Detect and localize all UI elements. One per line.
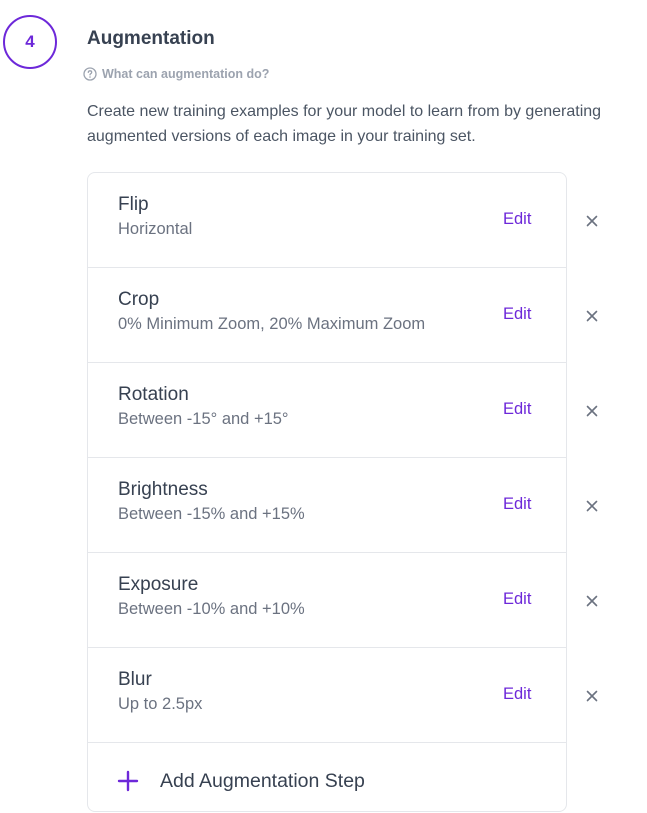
- remove-flip-button[interactable]: [583, 212, 601, 230]
- close-icon: [586, 595, 598, 607]
- augmentation-name: Brightness: [118, 479, 208, 500]
- step-number: 4: [25, 32, 35, 51]
- edit-rotation-button[interactable]: Edit: [503, 400, 531, 419]
- edit-blur-button[interactable]: Edit: [503, 685, 531, 704]
- augmentation-detail: Between -15° and +15°: [118, 410, 289, 428]
- edit-exposure-button[interactable]: Edit: [503, 590, 531, 609]
- question-circle-icon: [83, 67, 97, 81]
- step-number-badge: 4: [3, 15, 57, 69]
- augmentation-name: Exposure: [118, 574, 199, 595]
- augmentation-name: Blur: [118, 669, 152, 690]
- augmentation-detail: 0% Minimum Zoom, 20% Maximum Zoom: [118, 315, 426, 333]
- remove-crop-button[interactable]: [583, 307, 601, 325]
- augmentation-name: Crop: [118, 289, 160, 310]
- close-icon: [586, 310, 598, 322]
- edit-brightness-button[interactable]: Edit: [503, 495, 531, 514]
- help-link[interactable]: What can augmentation do?: [83, 67, 269, 81]
- description-line-1: Create new training examples for your mo…: [87, 103, 602, 120]
- augmentation-name: Rotation: [118, 384, 189, 405]
- remove-rotation-button[interactable]: [583, 402, 601, 420]
- section-description: Create new training examples for your mo…: [87, 99, 647, 149]
- close-icon: [586, 500, 598, 512]
- help-link-label: What can augmentation do?: [102, 67, 270, 81]
- augmentation-row-flip: Flip Horizontal Edit: [88, 173, 566, 268]
- edit-crop-button[interactable]: Edit: [503, 305, 531, 324]
- augmentation-detail: Horizontal: [118, 220, 193, 238]
- add-augmentation-step-label: Add Augmentation Step: [160, 770, 365, 792]
- augmentation-list-card: Flip Horizontal Edit Crop 0% Minimum Zoo…: [87, 172, 567, 812]
- description-line-2: augmented versions of each image in your…: [87, 128, 476, 145]
- augmentation-detail: Between -15% and +15%: [118, 505, 305, 523]
- augmentation-row-blur: Blur Up to 2.5px Edit: [88, 648, 566, 743]
- augmentation-row-crop: Crop 0% Minimum Zoom, 20% Maximum Zoom E…: [88, 268, 566, 363]
- section-title: Augmentation: [87, 28, 215, 49]
- add-augmentation-step-button[interactable]: Add Augmentation Step: [88, 743, 566, 813]
- augmentation-row-rotation: Rotation Between -15° and +15° Edit: [88, 363, 566, 458]
- augmentation-row-brightness: Brightness Between -15% and +15% Edit: [88, 458, 566, 553]
- remove-exposure-button[interactable]: [583, 592, 601, 610]
- close-icon: [586, 690, 598, 702]
- augmentation-detail: Up to 2.5px: [118, 695, 203, 713]
- remove-brightness-button[interactable]: [583, 497, 601, 515]
- augmentation-detail: Between -10% and +10%: [118, 600, 305, 618]
- augmentation-row-exposure: Exposure Between -10% and +10% Edit: [88, 553, 566, 648]
- close-icon: [586, 405, 598, 417]
- edit-flip-button[interactable]: Edit: [503, 210, 531, 229]
- augmentation-name: Flip: [118, 194, 149, 215]
- close-icon: [586, 215, 598, 227]
- remove-blur-button[interactable]: [583, 687, 601, 705]
- plus-icon: [117, 770, 139, 792]
